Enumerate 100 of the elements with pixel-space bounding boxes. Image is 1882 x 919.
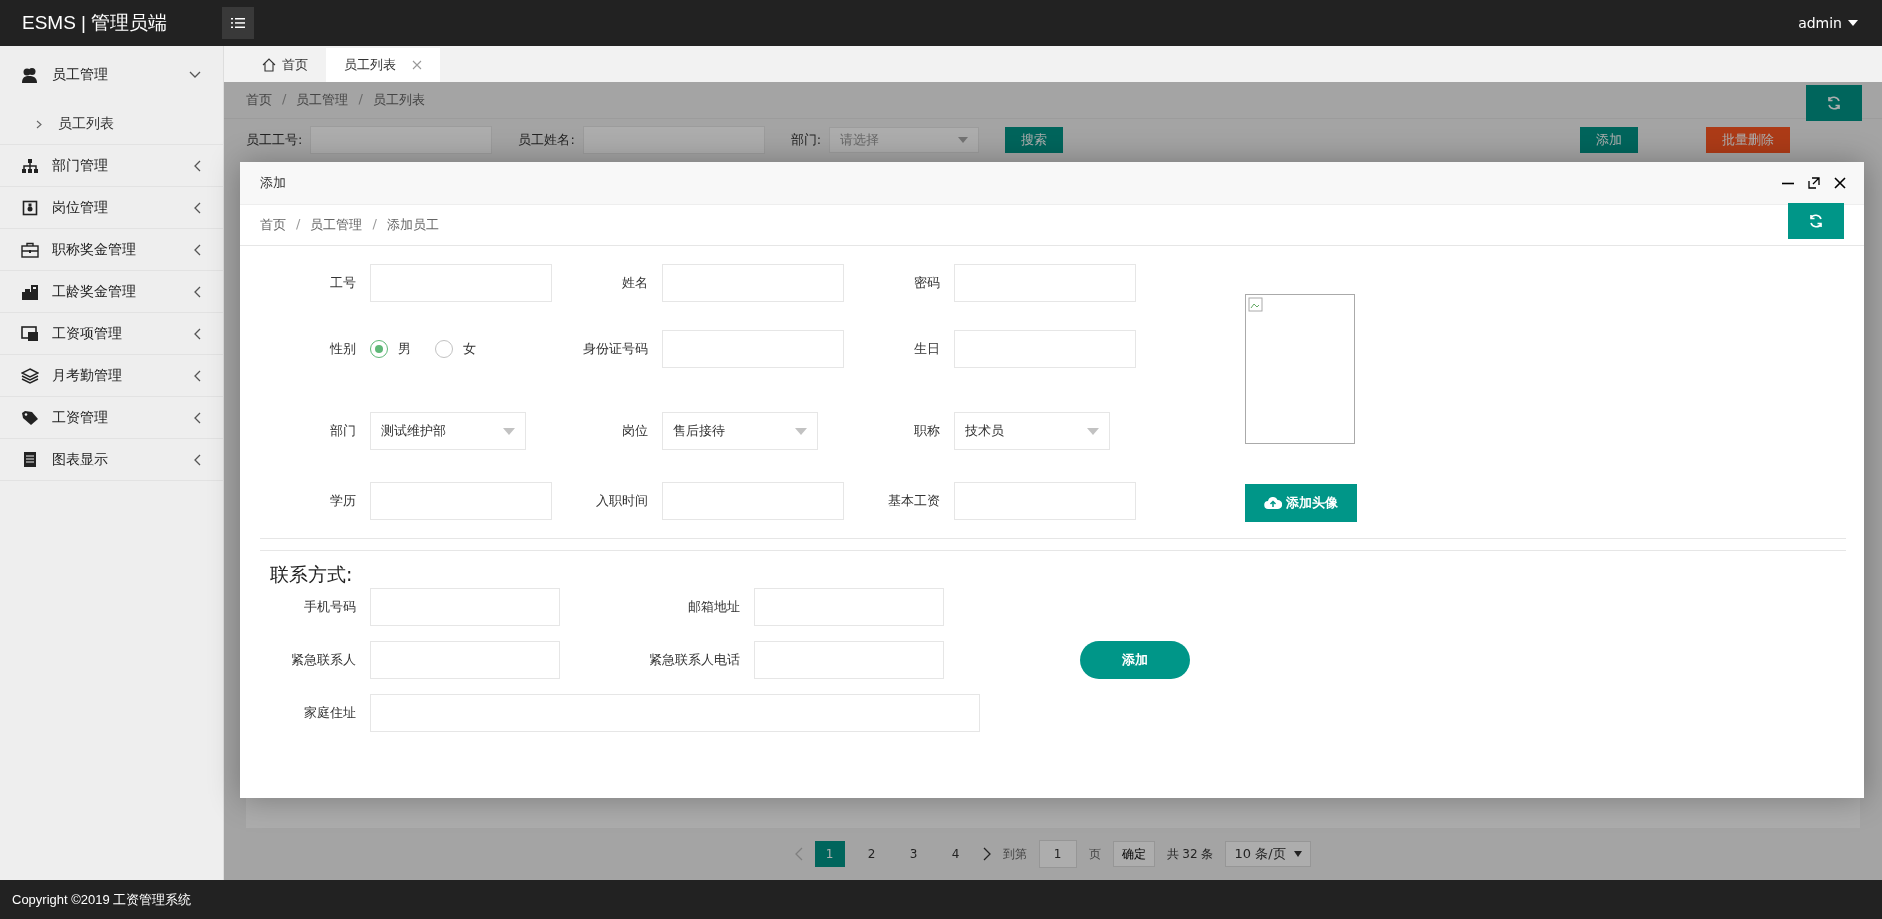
input-field[interactable]: [370, 694, 980, 732]
field-label: 员工姓名:: [518, 131, 575, 149]
field-label: 入职时间: [595, 492, 648, 510]
breadcrumb-link[interactable]: 添加员工: [386, 216, 439, 234]
document-icon: [22, 451, 38, 468]
tab[interactable]: 首页: [244, 48, 326, 82]
home-icon: [262, 58, 276, 72]
upload-avatar-button[interactable]: 添加头像: [1245, 484, 1357, 522]
tab[interactable]: 员工列表: [326, 48, 440, 82]
caret-icon: [1087, 427, 1099, 435]
broken-image-icon: [1248, 297, 1264, 313]
caret-icon: [503, 427, 515, 435]
field-label: 岗位: [621, 422, 648, 440]
input-field[interactable]: [370, 641, 560, 679]
breadcrumb-link[interactable]: 员工管理: [296, 91, 349, 109]
field-label: 基本工资: [887, 492, 940, 510]
user-menu[interactable]: admin: [1798, 15, 1842, 31]
page-link[interactable]: 2: [856, 841, 887, 867]
sidebar-item[interactable]: 岗位管理: [0, 187, 223, 229]
breadcrumb-link[interactable]: 员工管理: [310, 216, 363, 234]
breadcrumb-separator: /: [372, 216, 377, 233]
app-logo: ESMS | 管理员端: [22, 11, 169, 35]
input-field[interactable]: [662, 482, 844, 520]
refresh-icon: [1826, 95, 1842, 111]
refresh-button[interactable]: [1806, 85, 1862, 121]
field-label: 家庭住址: [303, 704, 356, 722]
tag-icon: [21, 409, 39, 426]
page-size-select[interactable]: 10 条/页: [1225, 841, 1312, 867]
layers-icon: [21, 367, 39, 384]
section-title: 联系方式:: [269, 562, 354, 587]
field-label: 身份证号码: [582, 340, 648, 358]
field-label: 邮箱地址: [687, 598, 740, 616]
input-field[interactable]: [582, 126, 765, 154]
input-field[interactable]: [370, 264, 552, 302]
field-label: 姓名: [621, 274, 648, 292]
cloud-upload-icon: [1264, 496, 1282, 510]
input-field[interactable]: [954, 264, 1136, 302]
breadcrumb-link[interactable]: 首页: [260, 216, 286, 234]
page-link[interactable]: 3: [898, 841, 929, 867]
field-label: 学历: [329, 492, 356, 510]
caret-icon: [795, 427, 807, 435]
select-field[interactable]: 测试维护部: [370, 412, 526, 450]
breadcrumb-separator: /: [296, 216, 301, 233]
input-field[interactable]: [370, 588, 560, 626]
input-field[interactable]: [662, 264, 844, 302]
input-field[interactable]: [954, 482, 1136, 520]
input-field[interactable]: [370, 482, 552, 520]
goto-label: 到第: [1002, 845, 1027, 863]
breadcrumb-link[interactable]: 首页: [246, 91, 272, 109]
field-label: 生日: [913, 340, 940, 358]
input-field[interactable]: [954, 330, 1136, 368]
field-label: 紧急联系人: [290, 651, 356, 669]
field-label: 工号: [329, 274, 356, 292]
total-count: 共 32 条: [1166, 845, 1214, 863]
maximize-icon[interactable]: [1808, 177, 1820, 189]
close-icon[interactable]: [1834, 177, 1846, 189]
chevron-right-icon: [36, 119, 42, 129]
caret-icon: [1294, 851, 1303, 857]
input-field[interactable]: [754, 588, 944, 626]
submit-button[interactable]: 添加: [1080, 641, 1190, 679]
radio-option[interactable]: 男: [370, 340, 411, 358]
chevron-right-icon[interactable]: [982, 847, 991, 861]
copyright-text: Copyright ©2019 工资管理系统: [12, 890, 192, 909]
monitor-icon: [21, 325, 39, 342]
modal-title: 添加: [260, 174, 286, 192]
page-link[interactable]: 4: [940, 841, 971, 867]
caret-icon: [958, 137, 969, 143]
sidebar-item[interactable]: 工资项管理: [0, 313, 223, 355]
caret-icon[interactable]: [1848, 20, 1858, 26]
sidebar-item[interactable]: 部门管理: [0, 145, 223, 187]
sidebar-item[interactable]: 工龄奖金管理: [0, 271, 223, 313]
field-label: 员工工号:: [246, 131, 303, 149]
sidebar-item[interactable]: 月考勤管理: [0, 355, 223, 397]
breadcrumb-link[interactable]: 员工列表: [372, 91, 425, 109]
sidebar-subitem[interactable]: 员工列表: [0, 104, 223, 145]
field-label: 性别: [329, 340, 356, 358]
briefcase-icon: [21, 241, 39, 258]
refresh-button[interactable]: [1788, 203, 1844, 239]
field-label: 部门: [329, 422, 356, 440]
sidebar-item[interactable]: 员工管理: [0, 46, 223, 104]
sidebar-item[interactable]: 工资管理: [0, 397, 223, 439]
confirm-button[interactable]: 确定: [1112, 841, 1155, 867]
field-label: 密码: [913, 274, 940, 292]
page-unit: 页: [1088, 845, 1101, 863]
field-label: 部门:: [790, 131, 822, 149]
select-field[interactable]: 技术员: [954, 412, 1110, 450]
building-icon: [21, 283, 39, 300]
menu-button[interactable]: [222, 7, 254, 39]
select-field[interactable]: 售后接待: [662, 412, 818, 450]
sidebar-item[interactable]: 图表显示: [0, 439, 223, 481]
chevron-left-icon[interactable]: [794, 847, 803, 861]
breadcrumb-separator: /: [358, 91, 363, 108]
radio-option[interactable]: 女: [435, 340, 476, 358]
input-field[interactable]: [754, 641, 944, 679]
input-field[interactable]: [662, 330, 844, 368]
page-input[interactable]: 1: [1038, 840, 1077, 868]
badge-icon: [22, 199, 38, 216]
input-field[interactable]: [310, 126, 493, 154]
sidebar-item[interactable]: 职称奖金管理: [0, 229, 223, 271]
menu-icon: [231, 17, 245, 29]
